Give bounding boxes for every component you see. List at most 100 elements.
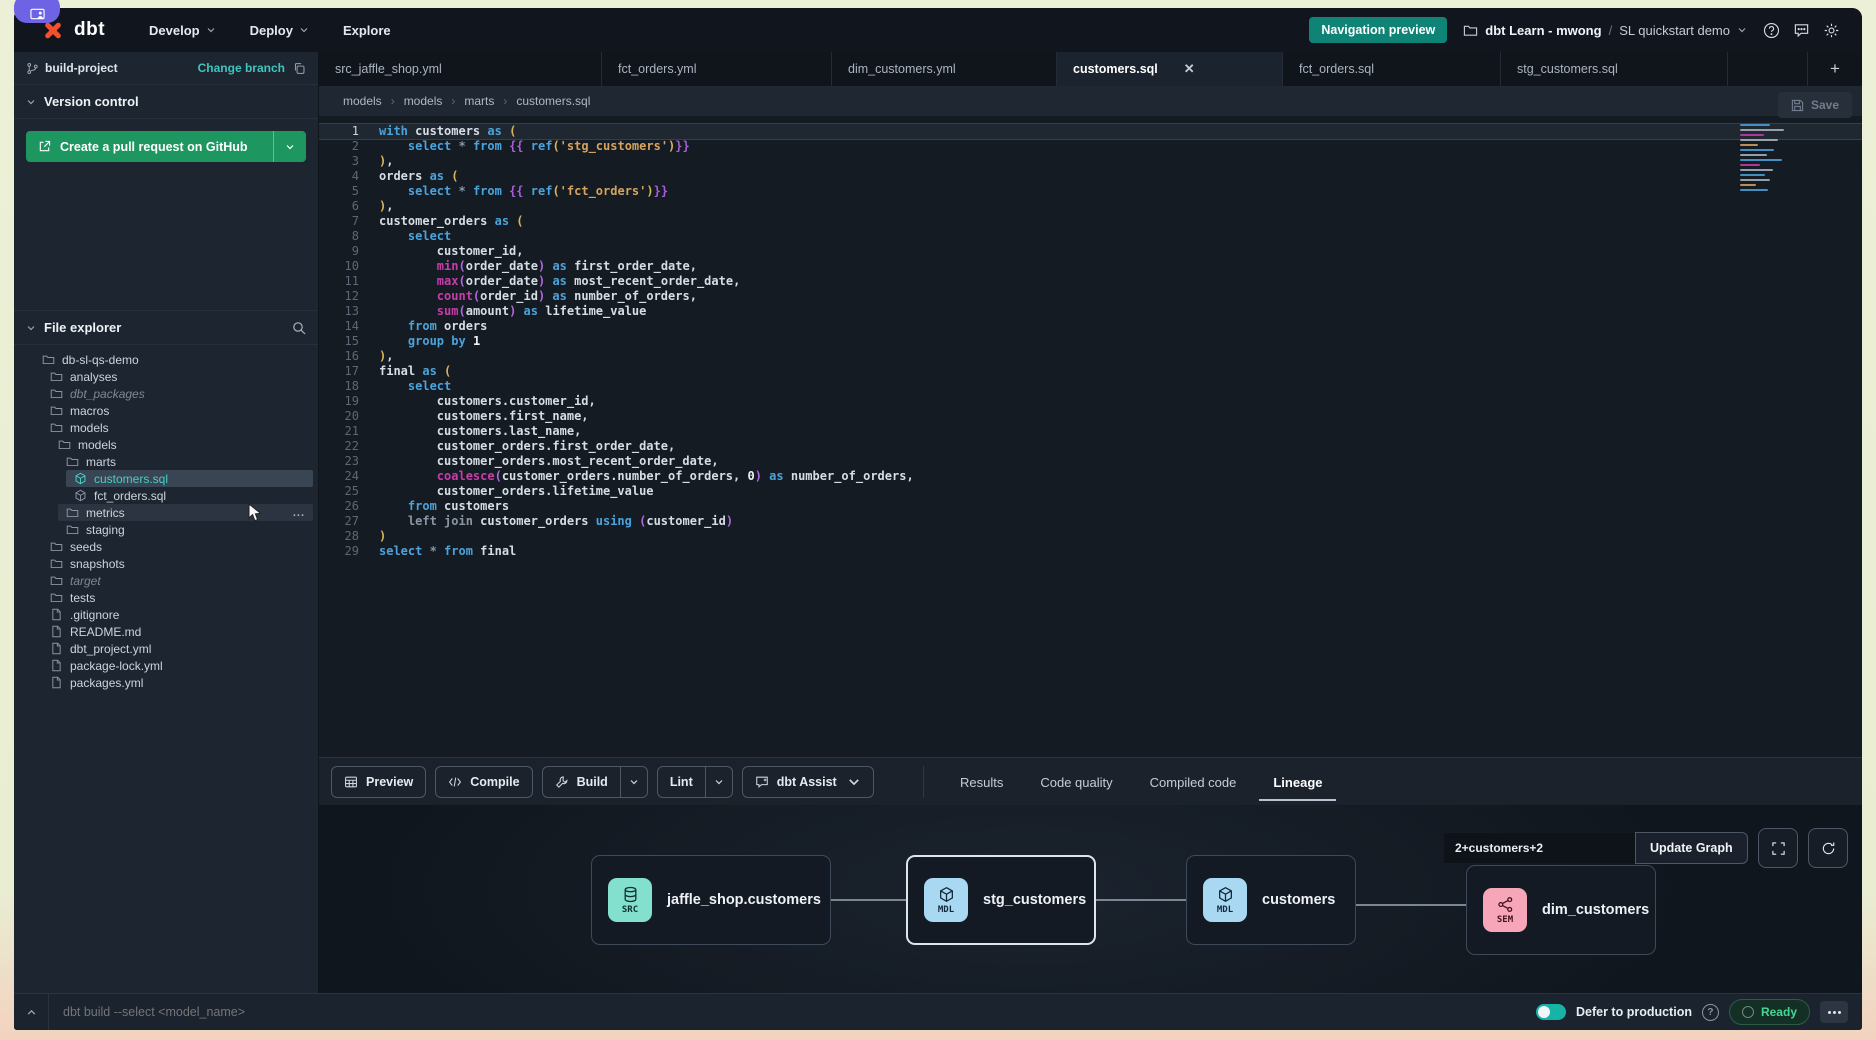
panel-button-preview[interactable]: Preview bbox=[331, 766, 426, 798]
search-icon[interactable] bbox=[292, 321, 306, 335]
tree-item-.gitignore[interactable]: .gitignore bbox=[42, 606, 313, 623]
tree-item-dbt-packages[interactable]: dbt_packages bbox=[42, 385, 313, 402]
tree-item-label: db-sl-qs-demo bbox=[62, 353, 139, 367]
tree-item-staging[interactable]: staging bbox=[58, 521, 313, 538]
breadcrumb-item[interactable]: customers.sql bbox=[516, 94, 590, 108]
create-pr-dropdown[interactable] bbox=[274, 131, 306, 162]
tree-item-customers.sql[interactable]: customers.sql bbox=[66, 470, 313, 487]
lineage-node-dim_customers[interactable]: SEMdim_customers bbox=[1466, 865, 1656, 955]
gear-icon[interactable] bbox=[1823, 22, 1840, 39]
menu-develop[interactable]: Develop bbox=[149, 23, 216, 38]
create-pr-button[interactable]: Create a pull request on GitHub bbox=[26, 131, 274, 162]
defer-toggle[interactable] bbox=[1536, 1004, 1566, 1020]
lineage-canvas[interactable]: Update Graph SRCjaffle_shop.customers MDL… bbox=[319, 805, 1862, 994]
editor-tab-stg_customers.sql[interactable]: stg_customers.sql bbox=[1501, 52, 1728, 86]
chevron-down-icon bbox=[206, 25, 216, 35]
panel-tab-code-quality[interactable]: Code quality bbox=[1040, 758, 1112, 806]
cube-icon bbox=[1217, 886, 1234, 903]
account-breadcrumb[interactable]: dbt Learn - mwong / SL quickstart demo bbox=[1463, 23, 1747, 38]
code-text: final as ( bbox=[369, 364, 451, 379]
line-number: 13 bbox=[319, 304, 369, 319]
tree-item-packages.yml[interactable]: packages.yml bbox=[42, 674, 313, 691]
tree-item-tests[interactable]: tests bbox=[42, 589, 313, 606]
change-branch-link[interactable]: Change branch bbox=[198, 61, 285, 75]
model-icon bbox=[74, 472, 87, 485]
editor-tab-fct_orders.sql[interactable]: fct_orders.sql bbox=[1283, 52, 1501, 86]
fullscreen-button[interactable] bbox=[1758, 828, 1798, 868]
file-tree: db-sl-qs-demoanalysesdbt_packagesmacrosm… bbox=[14, 345, 318, 691]
tree-item-README.md[interactable]: README.md bbox=[42, 623, 313, 640]
close-icon[interactable]: ✕ bbox=[1184, 61, 1195, 77]
line-number: 10 bbox=[319, 259, 369, 274]
tree-item-db-sl-qs-demo[interactable]: db-sl-qs-demo bbox=[34, 351, 313, 368]
tree-item-fct-orders.sql[interactable]: fct_orders.sql bbox=[66, 487, 313, 504]
tree-item-package-lock.yml[interactable]: package-lock.yml bbox=[42, 657, 313, 674]
tree-item-target[interactable]: target bbox=[42, 572, 313, 589]
folder-icon bbox=[50, 370, 63, 383]
refresh-button[interactable] bbox=[1808, 828, 1848, 868]
tree-item-models[interactable]: models bbox=[50, 436, 313, 453]
tree-item-marts[interactable]: marts bbox=[58, 453, 313, 470]
minimap[interactable] bbox=[1740, 124, 1796, 194]
tree-item-seeds[interactable]: seeds bbox=[42, 538, 313, 555]
version-control-title: Version control bbox=[44, 94, 139, 109]
code-text: from customers bbox=[369, 499, 509, 514]
code-text: customers.first_name, bbox=[369, 409, 589, 424]
editor-tab-fct_orders.yml[interactable]: fct_orders.yml bbox=[602, 52, 832, 86]
lineage-selector-input[interactable] bbox=[1444, 833, 1635, 863]
assist-icon bbox=[755, 775, 769, 789]
chevron-up-icon bbox=[26, 1007, 37, 1018]
code-editor[interactable]: 1with customers as (2 select * from {{ r… bbox=[319, 116, 1862, 757]
expand-command-bar-button[interactable] bbox=[14, 994, 49, 1030]
panel-button-compile[interactable]: Compile bbox=[435, 766, 532, 798]
panel-tab-lineage[interactable]: Lineage bbox=[1273, 758, 1322, 806]
breadcrumb-item[interactable]: models bbox=[343, 94, 382, 108]
save-button[interactable]: Save bbox=[1778, 92, 1852, 118]
menu-label: Explore bbox=[343, 23, 391, 38]
feedback-icon[interactable] bbox=[1793, 22, 1810, 39]
update-graph-button[interactable]: Update Graph bbox=[1635, 832, 1748, 864]
code-line-28: 28) bbox=[319, 529, 1862, 544]
tree-item-dbt-project.yml[interactable]: dbt_project.yml bbox=[42, 640, 313, 657]
tree-item-models[interactable]: models bbox=[42, 419, 313, 436]
chevron-down-icon bbox=[285, 142, 295, 152]
defer-help-icon[interactable]: ? bbox=[1702, 1004, 1719, 1021]
chevron-down-icon bbox=[714, 777, 724, 787]
code-text: orders as ( bbox=[369, 169, 459, 184]
menu-deploy[interactable]: Deploy bbox=[250, 23, 309, 38]
editor-tab-customers.sql[interactable]: customers.sql✕ bbox=[1057, 52, 1283, 86]
db-icon bbox=[622, 886, 639, 903]
copy-icon[interactable] bbox=[293, 62, 306, 75]
tree-item-analyses[interactable]: analyses bbox=[42, 368, 313, 385]
panel-button-dbt-assist[interactable]: dbt Assist bbox=[742, 766, 874, 798]
tree-item-metrics[interactable]: metrics... bbox=[58, 504, 313, 521]
lineage-node-jaffle_shop.customers[interactable]: SRCjaffle_shop.customers bbox=[591, 855, 831, 945]
wrench-icon bbox=[555, 775, 569, 789]
editor-tab-src_jaffle_shop.yml[interactable]: src_jaffle_shop.yml bbox=[319, 52, 602, 86]
tree-item-label: dbt_packages bbox=[70, 387, 145, 401]
dropdown-toggle[interactable] bbox=[620, 767, 647, 797]
tree-item-macros[interactable]: macros bbox=[42, 402, 313, 419]
new-tab-button[interactable]: + bbox=[1808, 52, 1862, 86]
row-actions-button[interactable]: ... bbox=[293, 507, 305, 519]
panel-tab-results[interactable]: Results bbox=[960, 758, 1003, 806]
lineage-node-customers[interactable]: MDLcustomers bbox=[1186, 855, 1356, 945]
editor-tab-dim_customers.yml[interactable]: dim_customers.yml bbox=[832, 52, 1057, 86]
panel-button-build[interactable]: Build bbox=[542, 766, 648, 798]
breadcrumb-item[interactable]: models bbox=[404, 94, 443, 108]
menu-explore[interactable]: Explore bbox=[343, 23, 391, 38]
tab-label: dim_customers.yml bbox=[848, 62, 956, 76]
panel-button-lint[interactable]: Lint bbox=[657, 766, 733, 798]
panel-tab-compiled-code[interactable]: Compiled code bbox=[1150, 758, 1237, 806]
breadcrumb-item[interactable]: marts bbox=[464, 94, 494, 108]
more-options-button[interactable] bbox=[1820, 1001, 1848, 1023]
tree-item-snapshots[interactable]: snapshots bbox=[42, 555, 313, 572]
navigation-preview-button[interactable]: Navigation preview bbox=[1309, 17, 1447, 43]
file-explorer-header[interactable]: File explorer bbox=[14, 310, 318, 345]
help-icon[interactable] bbox=[1763, 22, 1780, 39]
dropdown-toggle[interactable] bbox=[705, 767, 732, 797]
lineage-node-stg_customers[interactable]: MDLstg_customers bbox=[906, 855, 1096, 945]
version-control-header[interactable]: Version control bbox=[14, 85, 318, 119]
line-number: 23 bbox=[319, 454, 369, 469]
command-input[interactable] bbox=[49, 1004, 1536, 1020]
